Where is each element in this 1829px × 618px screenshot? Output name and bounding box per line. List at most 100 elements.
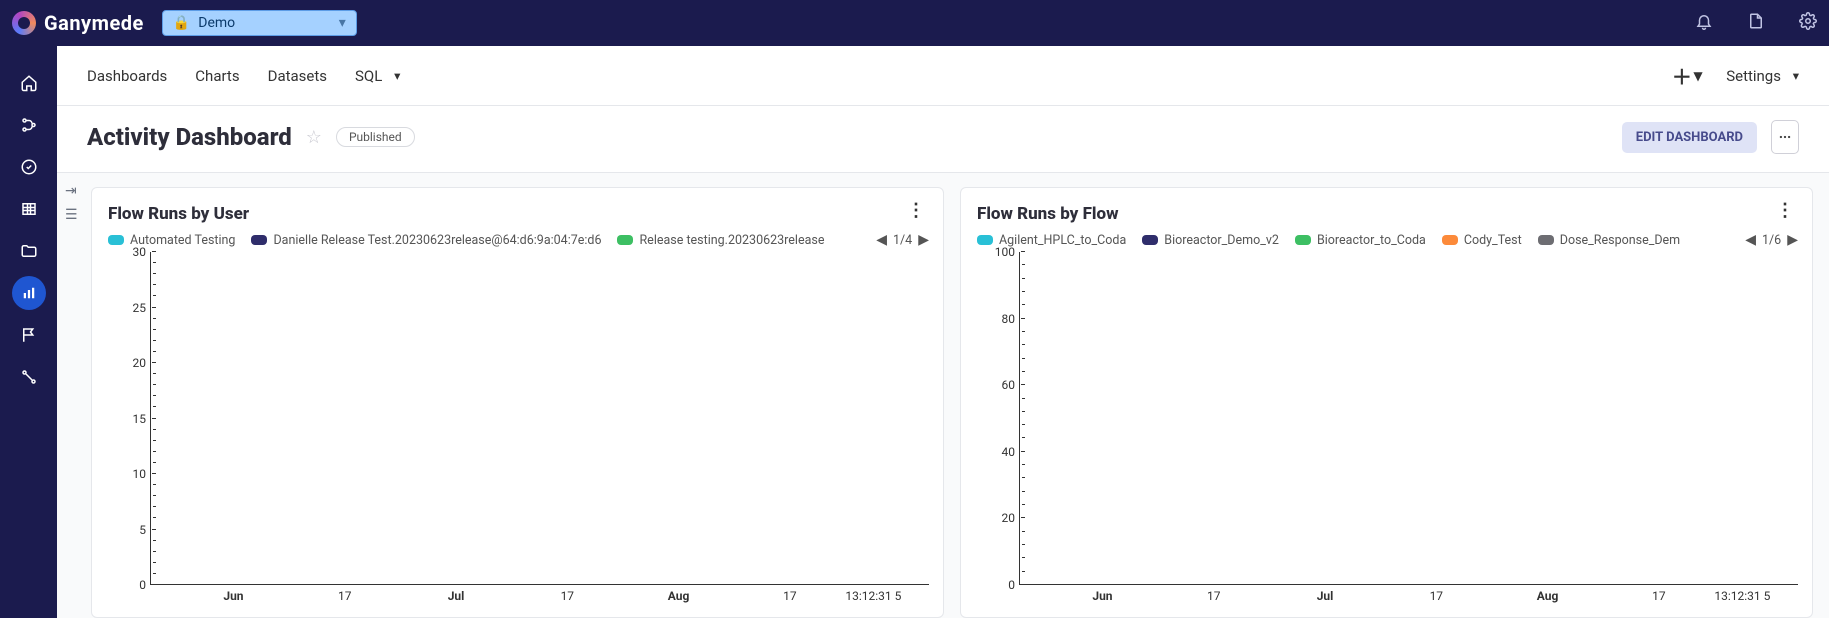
page-title: Activity Dashboard [87, 123, 292, 151]
dashboard-body: ⇥ ☰ Flow Runs by User ⋮ Automated Testin… [57, 173, 1829, 618]
legend: Agilent_HPLC_to_Coda Bioreactor_Demo_v2 Bi… [977, 232, 1798, 248]
tab-datasets[interactable]: Datasets [268, 67, 327, 85]
document-icon[interactable] [1747, 12, 1765, 34]
legend-swatch [977, 235, 993, 245]
nav-tables[interactable] [12, 192, 46, 226]
x-tick-label: Jul [448, 589, 465, 603]
subnav: Dashboards Charts Datasets SQL ▾ ＋▾ Sett… [57, 46, 1829, 106]
legend-label: Cody_Test [1464, 233, 1522, 248]
caret-down-icon: ▾ [1793, 68, 1799, 84]
y-tick-label: 20 [133, 356, 147, 370]
pager-next[interactable]: ▶ [1787, 232, 1798, 248]
card-menu-button[interactable]: ⋮ [1772, 200, 1798, 221]
notifications-icon[interactable] [1695, 12, 1713, 34]
x-tick-label: Jun [223, 589, 243, 603]
nav-home[interactable] [12, 66, 46, 100]
legend-item[interactable]: Automated Testing [108, 233, 235, 248]
legend-swatch [1538, 235, 1554, 245]
card-title: Flow Runs by User [108, 204, 249, 224]
legend-item[interactable]: Danielle Release Test.20230623release@64… [251, 233, 601, 248]
page-header: Activity Dashboard ☆ Published EDIT DASH… [57, 106, 1829, 173]
legend-swatch [1442, 235, 1458, 245]
panel-handles: ⇥ ☰ [65, 183, 78, 223]
pager-prev[interactable]: ◀ [1745, 232, 1756, 248]
legend-swatch [1295, 235, 1311, 245]
y-tick-label: 25 [133, 301, 147, 315]
pager-text: 1/6 [1762, 233, 1781, 248]
y-tick-label: 0 [139, 578, 146, 592]
y-tick-label: 20 [1002, 511, 1016, 525]
x-tick-label: 17 [1652, 589, 1666, 603]
legend-label: Bioreactor_Demo_v2 [1164, 233, 1279, 248]
chart: 020406080100 Jun17Jul17Aug1713:12:31 5 [975, 252, 1798, 609]
brand[interactable]: Ganymede [12, 11, 144, 35]
x-tick-label: Jun [1092, 589, 1112, 603]
brand-logo-icon [12, 11, 36, 35]
chart: 051015202530 Jun17Jul17Aug1713:12:31 5 [106, 252, 929, 609]
legend-label: Release testing.20230623release [639, 233, 824, 248]
x-tick-label: 17 [1207, 589, 1221, 603]
nav-files[interactable] [12, 234, 46, 268]
legend-pager: ◀ 1/6 ▶ [1745, 232, 1798, 248]
edit-dashboard-button[interactable]: EDIT DASHBOARD [1622, 122, 1757, 153]
y-tick-label: 60 [1002, 378, 1016, 392]
y-tick-label: 100 [995, 245, 1015, 259]
legend-swatch [108, 235, 124, 245]
legend-label: Agilent_HPLC_to_Coda [999, 233, 1126, 248]
legend-swatch [1142, 235, 1158, 245]
y-tick-label: 80 [1002, 312, 1016, 326]
card-title: Flow Runs by Flow [977, 204, 1119, 224]
x-tick-label: 17 [561, 589, 575, 603]
lock-icon: 🔒 [173, 15, 190, 31]
x-tick-label: 17 [338, 589, 352, 603]
legend: Automated Testing Danielle Release Test.2… [108, 232, 929, 248]
pager-text: 1/4 [893, 233, 912, 248]
sidebar [0, 46, 57, 618]
y-tick-label: 30 [133, 245, 147, 259]
legend-item[interactable]: Bioreactor_to_Coda [1295, 233, 1426, 248]
pager-next[interactable]: ▶ [918, 232, 929, 248]
card-flow-runs-by-user: Flow Runs by User ⋮ Automated Testing Dan… [91, 187, 944, 618]
environment-selector[interactable]: 🔒 Demo ▾ [162, 10, 357, 36]
legend-item[interactable]: Bioreactor_Demo_v2 [1142, 233, 1279, 248]
legend-pager: ◀ 1/4 ▶ [876, 232, 929, 248]
add-menu[interactable]: ＋▾ [1672, 61, 1702, 90]
legend-swatch [617, 235, 633, 245]
nav-analytics[interactable] [12, 276, 46, 310]
nav-connections[interactable] [12, 360, 46, 394]
tab-sql[interactable]: SQL ▾ [355, 67, 400, 85]
filter-icon[interactable]: ☰ [65, 207, 78, 223]
y-tick-label: 10 [133, 467, 147, 481]
settings-gear-icon[interactable] [1799, 12, 1817, 34]
tab-charts[interactable]: Charts [195, 67, 239, 85]
expand-icon[interactable]: ⇥ [65, 183, 78, 199]
legend-label: Danielle Release Test.20230623release@64… [273, 233, 601, 248]
nav-runs[interactable] [12, 150, 46, 184]
pager-prev[interactable]: ◀ [876, 232, 887, 248]
dashboard-more-button[interactable] [1771, 120, 1799, 154]
caret-down-icon: ▾ [1694, 66, 1702, 86]
y-tick-label: 5 [139, 523, 146, 537]
legend-swatch [251, 235, 267, 245]
nav-flows[interactable] [12, 108, 46, 142]
x-tick-label: Aug [1537, 589, 1559, 603]
legend-label: Dose_Response_Dem [1560, 233, 1680, 248]
favorite-star-icon[interactable]: ☆ [306, 127, 322, 148]
chevron-down-icon: ▾ [339, 15, 346, 31]
x-tick-label: 13:12:31 5 [845, 589, 901, 603]
legend-item[interactable]: Dose_Response_Dem [1538, 233, 1680, 248]
settings-menu[interactable]: Settings ▾ [1726, 67, 1799, 85]
nav-flags[interactable] [12, 318, 46, 352]
content: Dashboards Charts Datasets SQL ▾ ＋▾ Sett… [57, 46, 1829, 618]
legend-item[interactable]: Cody_Test [1442, 233, 1522, 248]
tab-dashboards[interactable]: Dashboards [87, 67, 167, 85]
y-tick-label: 15 [133, 412, 147, 426]
legend-item[interactable]: Release testing.20230623release [617, 233, 824, 248]
y-tick-label: 40 [1002, 445, 1016, 459]
x-tick-label: 17 [783, 589, 797, 603]
card-menu-button[interactable]: ⋮ [903, 200, 929, 221]
brand-name: Ganymede [44, 11, 144, 35]
x-tick-label: Jul [1317, 589, 1334, 603]
topbar-actions [1695, 12, 1817, 34]
y-tick-label: 0 [1008, 578, 1015, 592]
